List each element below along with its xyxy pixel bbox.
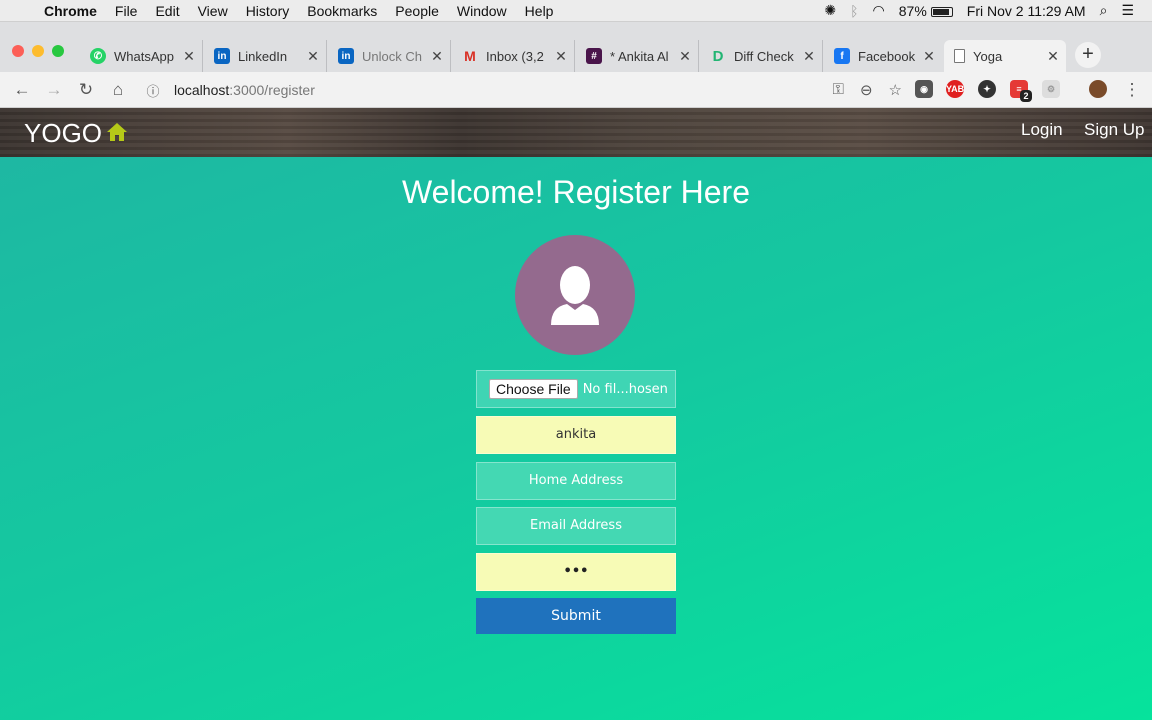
- tab-yoga[interactable]: Yoga ✕: [944, 40, 1066, 72]
- tab-linkedin[interactable]: in LinkedIn ✕: [204, 40, 327, 72]
- tab-title: Unlock Ch: [362, 48, 422, 64]
- tab-title: * Ankita Al: [610, 48, 669, 64]
- page-title: Welcome! Register Here: [402, 174, 750, 210]
- extension-badge: 2: [1020, 90, 1032, 102]
- battery-icon: [930, 6, 953, 17]
- close-tab-icon[interactable]: ✕: [304, 48, 322, 65]
- mac-menubar: Chrome File Edit View History Bookmarks …: [0, 0, 1152, 22]
- menu-window[interactable]: Window: [448, 3, 516, 19]
- tab-unlock[interactable]: in Unlock Ch ✕: [328, 40, 451, 72]
- avatar: [515, 235, 635, 355]
- password-input[interactable]: •••: [476, 553, 676, 591]
- reload-icon[interactable]: ↻: [74, 78, 98, 102]
- home-icon[interactable]: ⌂: [106, 78, 130, 102]
- close-tab-icon[interactable]: ✕: [920, 48, 938, 65]
- submit-button[interactable]: Submit: [476, 598, 676, 634]
- tab-title: Diff Check: [734, 48, 794, 64]
- tab-diffchecker[interactable]: D Diff Check ✕: [700, 40, 823, 72]
- page-icon: [954, 49, 965, 63]
- menu-edit[interactable]: Edit: [146, 3, 188, 19]
- key-icon[interactable]: ⚿: [833, 81, 844, 99]
- choose-file-button[interactable]: Choose File: [489, 379, 578, 399]
- battery-status[interactable]: 87%: [899, 3, 953, 19]
- bluetooth-icon[interactable]: ᛒ: [850, 3, 858, 19]
- zoom-window-button[interactable]: [52, 45, 64, 57]
- tab-gmail[interactable]: M Inbox (3,2 ✕: [452, 40, 575, 72]
- browser-toolbar: ← → ↻ ⌂ ⓘ localhost:3000/register ⚿ ⊖ ☆ …: [0, 72, 1152, 108]
- notification-app-icon[interactable]: ✺: [824, 2, 836, 19]
- tab-whatsapp[interactable]: ✆ WhatsApp ✕: [80, 40, 203, 72]
- tab-title: LinkedIn: [238, 48, 288, 64]
- file-input[interactable]: Choose File No fil...hosen: [476, 370, 676, 408]
- extension-gear-icon[interactable]: ⚙: [1042, 80, 1060, 98]
- close-tab-icon[interactable]: ✕: [676, 48, 694, 65]
- zoom-icon[interactable]: ⊖: [860, 81, 873, 99]
- user-silhouette-icon: [551, 266, 599, 325]
- site-info-icon[interactable]: ⓘ: [142, 81, 164, 100]
- extension-yab-icon[interactable]: YAB: [946, 80, 964, 98]
- forward-arrow-icon[interactable]: →: [42, 78, 66, 102]
- linkedin-icon: in: [214, 48, 230, 64]
- tab-slack[interactable]: # * Ankita Al ✕: [576, 40, 699, 72]
- linkedin-icon: in: [338, 48, 354, 64]
- name-input[interactable]: ankita: [476, 416, 676, 454]
- slack-icon: #: [586, 48, 602, 64]
- new-tab-button[interactable]: +: [1075, 42, 1101, 68]
- close-tab-icon[interactable]: ✕: [180, 48, 198, 65]
- menu-file[interactable]: File: [106, 3, 147, 19]
- url-path: :3000/register: [229, 82, 315, 98]
- profile-avatar[interactable]: [1089, 80, 1107, 98]
- whatsapp-icon: ✆: [90, 48, 106, 64]
- window-controls: [12, 45, 64, 57]
- back-arrow-icon[interactable]: ←: [10, 78, 34, 102]
- extension-icon[interactable]: ✦: [978, 80, 996, 98]
- login-link[interactable]: Login: [1021, 120, 1063, 140]
- clock[interactable]: Fri Nov 2 11:29 AM: [967, 3, 1086, 19]
- minimize-window-button[interactable]: [32, 45, 44, 57]
- menu-history[interactable]: History: [237, 3, 299, 19]
- menu-people[interactable]: People: [386, 3, 448, 19]
- menu-app-chrome[interactable]: Chrome: [40, 3, 106, 19]
- menu-dots-icon[interactable]: ⋮: [1120, 78, 1144, 102]
- diffchecker-icon: D: [712, 47, 724, 65]
- close-window-button[interactable]: [12, 45, 24, 57]
- home-address-input[interactable]: Home Address: [476, 462, 676, 500]
- close-tab-icon[interactable]: ✕: [552, 48, 570, 65]
- tab-title: WhatsApp: [114, 48, 174, 64]
- menu-bookmarks[interactable]: Bookmarks: [298, 3, 386, 19]
- file-status: No fil...hosen: [582, 381, 668, 397]
- wifi-icon[interactable]: ◠: [873, 2, 885, 19]
- tab-title: Facebook: [858, 48, 916, 64]
- browser-tabstrip: ✆ WhatsApp ✕ in LinkedIn ✕ in Unlock Ch …: [0, 22, 1152, 72]
- close-tab-icon[interactable]: ✕: [1044, 48, 1062, 65]
- spotlight-search-icon[interactable]: ⌕: [1100, 2, 1108, 19]
- tab-title: Yoga: [973, 48, 1003, 64]
- notification-center-icon[interactable]: ☰: [1121, 2, 1134, 19]
- tab-facebook[interactable]: f Facebook ✕: [824, 40, 942, 72]
- site-brand[interactable]: YOGO: [24, 118, 102, 149]
- tab-title: Inbox (3,2: [486, 48, 544, 64]
- url-host: localhost: [174, 82, 230, 98]
- bookmark-star-icon[interactable]: ☆: [889, 81, 902, 99]
- extension-lightbulb-icon[interactable]: ◉: [915, 80, 933, 98]
- page-content: YOGO Login Sign Up Welcome! Register Her…: [0, 108, 1152, 720]
- close-tab-icon[interactable]: ✕: [428, 48, 446, 65]
- signup-link[interactable]: Sign Up: [1084, 120, 1144, 140]
- address-bar[interactable]: ⓘ localhost:3000/register ⚿ ⊖ ☆: [142, 76, 902, 104]
- gmail-icon: M: [464, 48, 476, 64]
- site-navbar: YOGO Login Sign Up: [0, 108, 1152, 157]
- menu-view[interactable]: View: [189, 3, 237, 19]
- close-tab-icon[interactable]: ✕: [800, 48, 818, 65]
- facebook-icon: f: [834, 48, 850, 64]
- menu-help[interactable]: Help: [516, 3, 563, 19]
- email-input[interactable]: Email Address: [476, 507, 676, 545]
- home-icon[interactable]: [106, 122, 128, 142]
